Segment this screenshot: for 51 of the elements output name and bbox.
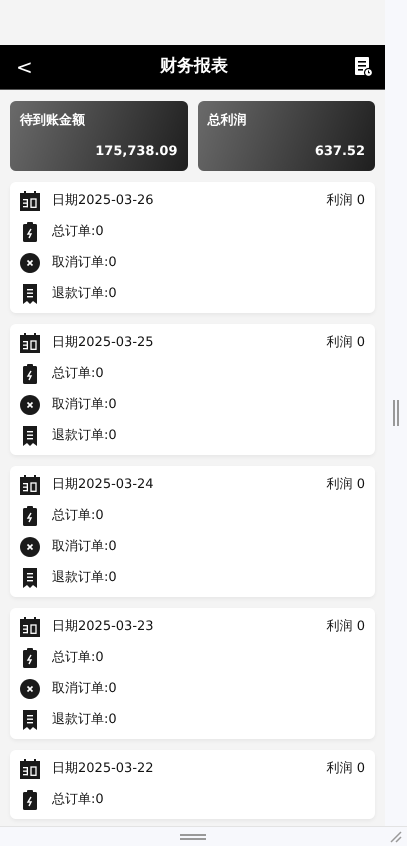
clipboard-bolt-icon — [20, 364, 40, 384]
record-stat: 总订单:0 — [52, 223, 104, 242]
summary-value: 175,738.09 — [95, 142, 178, 160]
record-stat: 总订单:0 — [52, 365, 104, 384]
calendar-icon — [20, 759, 40, 779]
resize-handle-icon[interactable] — [180, 834, 206, 840]
calendar-icon — [20, 333, 40, 353]
record-stat: 取消订单:0 — [52, 680, 117, 698]
resize-handle-icon[interactable] — [393, 400, 399, 426]
record-profit: 利润 0 — [326, 334, 365, 352]
clipboard-bolt-icon — [20, 648, 40, 668]
record-stat: 取消订单:0 — [52, 254, 117, 272]
record-profit: 利润 0 — [326, 192, 365, 210]
record-stat: 退款订单:0 — [52, 711, 117, 730]
resize-grip-icon[interactable] — [390, 830, 402, 842]
record-stat: 取消订单:0 — [52, 538, 117, 556]
record-date: 日期2025-03-22 — [52, 760, 155, 778]
record-stat: 取消订单:0 — [52, 396, 117, 414]
report-icon[interactable] — [354, 57, 373, 77]
summary-label: 总利润 — [208, 112, 248, 130]
receipt-icon — [20, 568, 40, 588]
receipt-icon — [20, 284, 40, 304]
record-profit: 利润 0 — [326, 618, 365, 636]
record-date: 日期2025-03-24 — [52, 476, 155, 494]
back-button[interactable]: < — [16, 57, 33, 77]
record-date: 日期2025-03-25 — [52, 334, 155, 352]
calendar-icon — [20, 191, 40, 211]
record-profit: 利润 0 — [326, 476, 365, 494]
cancel-icon — [20, 253, 40, 273]
page-title: 财务报表 — [160, 55, 228, 78]
clipboard-bolt-icon — [20, 222, 40, 242]
receipt-icon — [20, 710, 40, 730]
record-date: 日期2025-03-23 — [52, 618, 155, 636]
cancel-icon — [20, 679, 40, 699]
record-stat: 总订单:0 — [52, 791, 104, 810]
receipt-icon — [20, 426, 40, 446]
clipboard-bolt-icon — [20, 790, 40, 810]
record-date: 日期2025-03-26 — [52, 192, 155, 210]
calendar-icon — [20, 617, 40, 637]
calendar-icon — [20, 475, 40, 495]
clipboard-bolt-icon — [20, 506, 40, 526]
record-profit: 利润 0 — [326, 760, 365, 778]
record-stat: 总订单:0 — [52, 649, 104, 668]
record-stat: 总订单:0 — [52, 507, 104, 526]
summary-label: 待到账金额 — [20, 112, 86, 130]
record-stat: 退款订单:0 — [52, 569, 117, 588]
record-stat: 退款订单:0 — [52, 285, 117, 304]
summary-value: 637.52 — [314, 142, 365, 160]
cancel-icon — [20, 395, 40, 415]
record-stat: 退款订单:0 — [52, 427, 117, 446]
cancel-icon — [20, 537, 40, 557]
